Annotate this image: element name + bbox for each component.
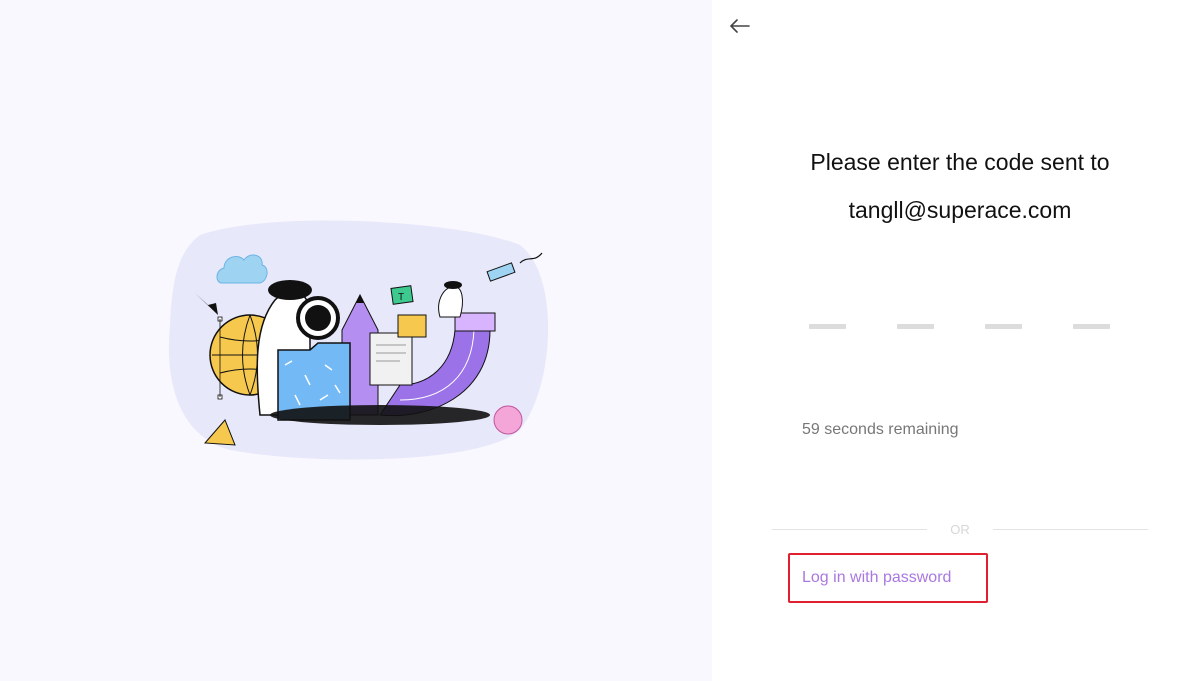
code-digit-3[interactable] [985, 324, 1022, 329]
back-button[interactable] [726, 12, 754, 40]
title-line: Please enter the code sent to [810, 149, 1110, 175]
page-title: Please enter the code sent to tangll@sup… [712, 138, 1204, 234]
verification-panel: Please enter the code sent to tangll@sup… [712, 0, 1204, 681]
code-digit-1[interactable] [809, 324, 846, 329]
code-digit-2[interactable] [897, 324, 934, 329]
photo-icon [397, 314, 427, 338]
code-digit-4[interactable] [1073, 324, 1110, 329]
creative-tools-illustration: T [168, 220, 549, 460]
illustration-panel: T [0, 0, 712, 681]
divider-right [993, 529, 1148, 530]
divider-left [772, 529, 927, 530]
svg-text:T: T [398, 292, 404, 303]
code-input-group[interactable] [809, 324, 1111, 332]
divider-label: OR [950, 522, 970, 537]
resend-countdown: 59 seconds remaining [802, 421, 959, 438]
document-icon [369, 332, 413, 386]
ball-icon [493, 405, 523, 435]
arrow-left-icon [729, 19, 750, 33]
email-address: tangll@superace.com [848, 197, 1072, 223]
login-with-password-link[interactable]: Log in with password [788, 553, 988, 603]
